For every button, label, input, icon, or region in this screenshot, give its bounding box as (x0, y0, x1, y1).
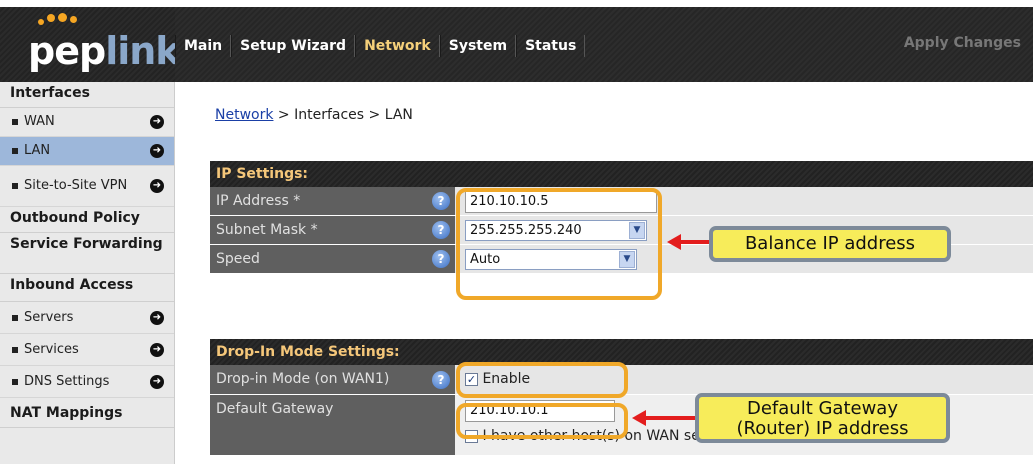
breadcrumb-rest: > Interfaces > LAN (273, 107, 413, 123)
menu-network[interactable]: Network (355, 35, 440, 57)
help-icon[interactable]: ? (432, 221, 450, 239)
arrow-right-icon: ➜ (150, 374, 164, 389)
apply-changes-button[interactable]: Apply Changes (904, 35, 1021, 51)
bullet-icon (12, 314, 18, 321)
callout-balance-ip: Balance IP address (709, 226, 951, 262)
sidebar-item-label: WAN (24, 114, 55, 129)
bullet-icon (12, 346, 18, 353)
callout-default-gateway: Default Gateway (Router) IP address (695, 393, 950, 443)
logo-text: peplink (28, 29, 181, 73)
sidebar-item-lan[interactable]: LAN ➜ (0, 137, 174, 166)
arrow-right-icon: ➜ (150, 310, 164, 325)
bullet-icon (12, 119, 18, 125)
peplink-logo[interactable]: peplink (0, 7, 181, 82)
arrow-right-icon: ➜ (150, 342, 164, 357)
main-menu-bar: Main Setup Wizard Network System Status … (175, 7, 1033, 82)
highlight-default-gateway (456, 403, 628, 439)
help-icon[interactable]: ? (432, 192, 450, 210)
dropin-settings-title: Drop-In Mode Settings: (210, 339, 1033, 365)
speed-label: Speed (210, 245, 455, 273)
red-arrow-icon (679, 240, 713, 244)
sidebar-item-nat-mappings[interactable]: NAT Mappings (0, 398, 174, 428)
sidebar-item-site-to-site-vpn[interactable]: Site-to-Site VPN ➜ (0, 166, 174, 207)
breadcrumb-network-link[interactable]: Network (215, 107, 273, 123)
sidebar-item-service-forwarding[interactable]: Service Forwarding (0, 233, 174, 274)
sidebar: Interfaces WAN ➜ LAN ➜ Site-to-Site VPN … (0, 82, 175, 464)
sidebar-item-label: LAN (24, 143, 51, 158)
logo-text-pep: pep (28, 29, 106, 73)
bullet-icon (12, 148, 18, 154)
arrow-right-icon: ➜ (150, 144, 164, 158)
bullet-icon (12, 183, 18, 189)
sidebar-heading-interfaces[interactable]: Interfaces (0, 82, 174, 108)
bullet-icon (12, 378, 18, 385)
sidebar-item-label: DNS Settings (24, 373, 110, 389)
sidebar-item-label: Servers (24, 309, 74, 325)
highlight-dropin-enable (456, 362, 628, 398)
menu-setup-wizard[interactable]: Setup Wizard (231, 35, 356, 57)
sidebar-item-label: Site-to-Site VPN (24, 178, 128, 193)
logo-text-link: link (105, 29, 180, 73)
default-gateway-label: Default Gateway (210, 395, 455, 455)
highlight-ip-settings (456, 188, 662, 300)
callout-gateway-line2: (Router) IP address (736, 418, 909, 439)
menu-main[interactable]: Main (175, 35, 232, 57)
arrow-right-icon: ➜ (150, 179, 164, 193)
breadcrumb: Network > Interfaces > LAN (215, 107, 413, 123)
menu-system[interactable]: System (439, 35, 517, 57)
sidebar-item-label: Services (24, 341, 79, 357)
sidebar-item-outbound-policy[interactable]: Outbound Policy (0, 207, 174, 233)
ip-settings-title: IP Settings: (210, 161, 1033, 187)
menu-status[interactable]: Status (516, 35, 586, 57)
subnet-mask-label: Subnet Mask * (210, 216, 455, 244)
dropin-mode-label: Drop-in Mode (on WAN1) (210, 365, 455, 394)
help-icon[interactable]: ? (432, 250, 450, 268)
help-icon[interactable]: ? (432, 371, 450, 389)
sidebar-heading-inbound-access[interactable]: Inbound Access (0, 274, 174, 302)
red-arrow-icon (644, 416, 700, 420)
arrow-right-icon: ➜ (150, 115, 164, 129)
ip-address-label: IP Address * (210, 187, 455, 215)
top-bar: peplink Main Setup Wizard Network System… (0, 0, 1033, 82)
sidebar-item-dns-settings[interactable]: DNS Settings ➜ (0, 366, 174, 398)
callout-gateway-line1: Default Gateway (746, 398, 898, 419)
sidebar-item-wan[interactable]: WAN ➜ (0, 108, 174, 137)
main-menu: Main Setup Wizard Network System Status (175, 35, 586, 57)
sidebar-item-services[interactable]: Services ➜ (0, 334, 174, 366)
sidebar-item-servers[interactable]: Servers ➜ (0, 302, 174, 334)
